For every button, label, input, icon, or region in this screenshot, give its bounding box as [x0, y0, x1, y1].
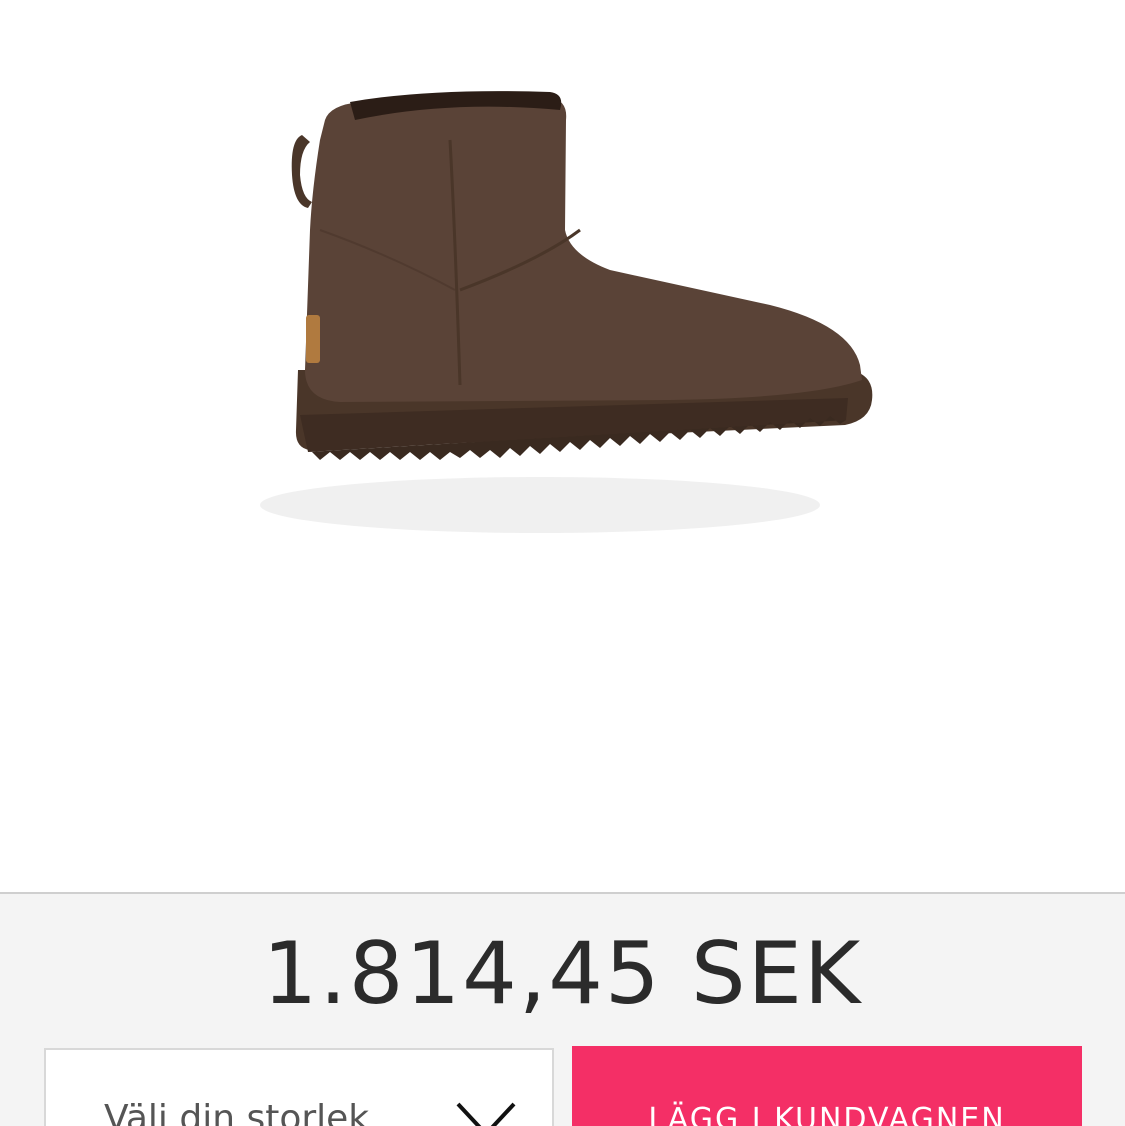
- size-select[interactable]: Välj din storlek: [44, 1048, 554, 1126]
- product-image: [260, 91, 873, 533]
- chevron-down-icon: [456, 1102, 516, 1126]
- add-to-cart-label: LÄGG I KUNDVAGNEN: [648, 1102, 1006, 1126]
- product-image-area: [0, 0, 1125, 892]
- product-price: 1.814,45 SEK: [262, 924, 863, 1024]
- product-page: 1.814,45 SEK Välj din storlek LÄGG I KUN…: [0, 0, 1125, 1126]
- size-select-placeholder: Välj din storlek: [104, 1098, 370, 1126]
- purchase-panel: 1.814,45 SEK Välj din storlek LÄGG I KUN…: [0, 892, 1125, 1126]
- add-to-cart-button[interactable]: LÄGG I KUNDVAGNEN: [572, 1046, 1082, 1126]
